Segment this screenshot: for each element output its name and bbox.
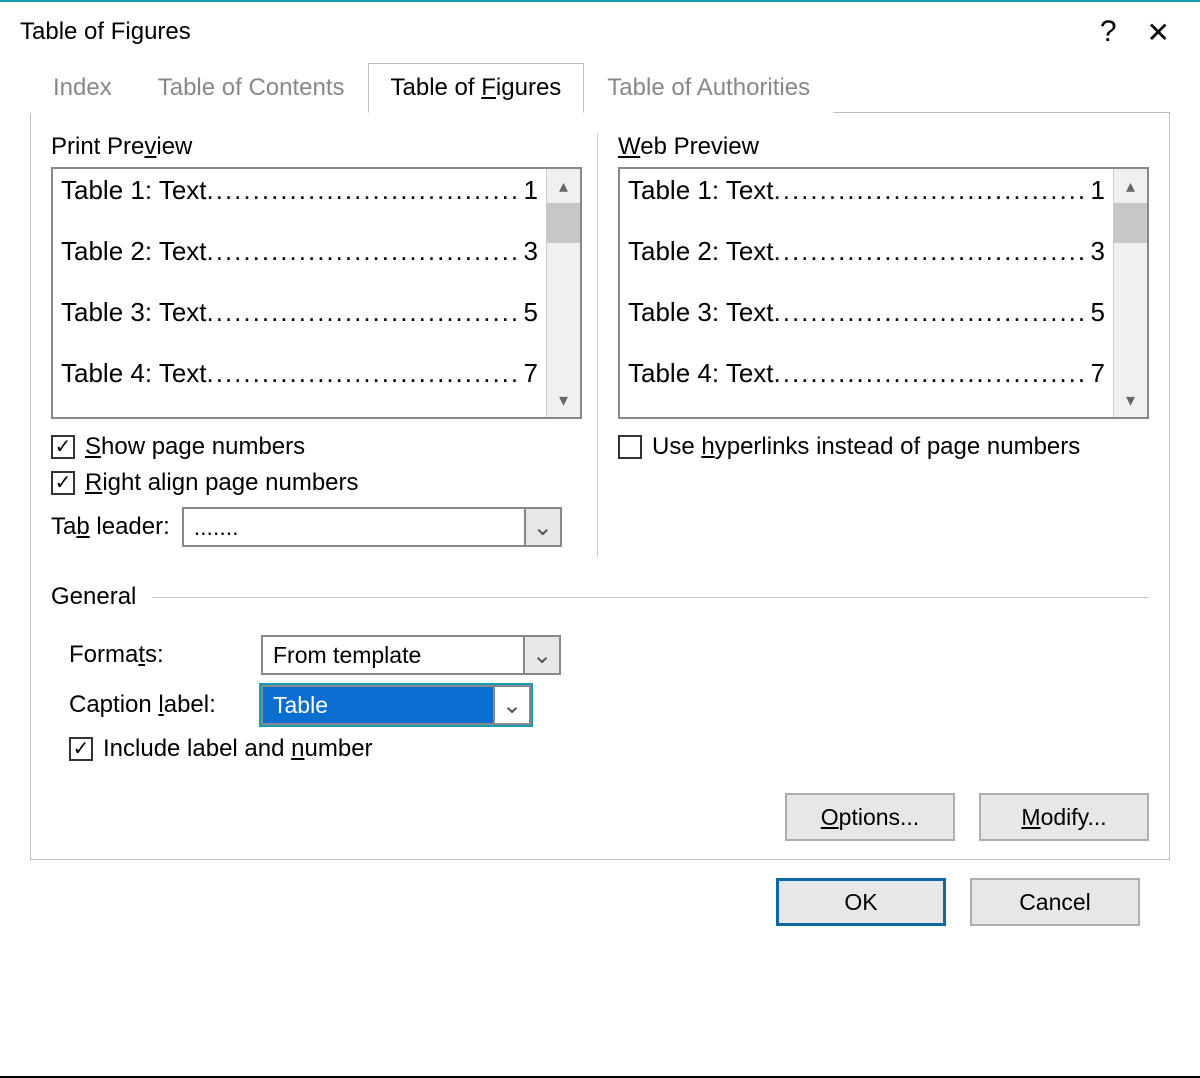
scroll-thumb[interactable]	[547, 203, 580, 243]
scrollbar[interactable]: ▴ ▾	[1113, 169, 1147, 417]
checkbox-icon	[51, 471, 75, 495]
checkbox-include-label[interactable]: Include label and number	[69, 735, 1149, 763]
checkbox-right-align[interactable]: Right align page numbers	[51, 469, 582, 497]
print-preview-box: Table 1: Text...........................…	[51, 167, 582, 419]
chevron-up-icon[interactable]: ▴	[547, 169, 580, 203]
caption-label-label: Caption label:	[69, 691, 249, 719]
scrollbar[interactable]: ▴ ▾	[546, 169, 580, 417]
tab-leader-dropdown[interactable]: ....... ⌄	[182, 507, 562, 547]
list-item: Table 1: Text...........................…	[61, 175, 538, 206]
help-icon[interactable]: ?	[1080, 15, 1137, 49]
checkbox-icon	[618, 435, 642, 459]
list-item: Table 2: Text...........................…	[628, 236, 1105, 267]
tab-index[interactable]: Index	[30, 63, 135, 113]
tab-table-of-authorities[interactable]: Table of Authorities	[584, 63, 833, 113]
list-item: Table 1: Text...........................…	[628, 175, 1105, 206]
checkbox-use-hyperlinks[interactable]: Use hyperlinks instead of page numbers	[618, 433, 1149, 461]
web-preview-box: Table 1: Text...........................…	[618, 167, 1149, 419]
list-item: Table 4: Text...........................…	[61, 358, 538, 389]
list-item: Table 4: Text...........................…	[628, 358, 1105, 389]
formats-dropdown[interactable]: From template ⌄	[261, 635, 561, 675]
checkbox-icon	[69, 737, 93, 761]
chevron-down-icon[interactable]: ▾	[547, 383, 580, 417]
chevron-down-icon: ⌄	[493, 687, 529, 723]
chevron-down-icon: ⌄	[523, 637, 559, 673]
general-section-header: General	[51, 583, 1149, 611]
tab-strip: Index Table of Contents Table of Figures…	[30, 62, 1170, 113]
cancel-button[interactable]: Cancel	[970, 878, 1140, 926]
tab-table-of-figures[interactable]: Table of Figures	[368, 63, 585, 113]
tab-leader-label: Tab leader:	[51, 513, 170, 541]
ok-button[interactable]: OK	[776, 878, 946, 926]
print-preview-label: Print Preview	[51, 133, 582, 161]
checkbox-show-page-numbers[interactable]: Show page numbers	[51, 433, 582, 461]
close-icon[interactable]: ✕	[1137, 16, 1180, 49]
caption-label-dropdown[interactable]: Table ⌄	[261, 685, 531, 725]
list-item: Table 3: Text...........................…	[61, 297, 538, 328]
scroll-thumb[interactable]	[1114, 203, 1147, 243]
checkbox-icon	[51, 435, 75, 459]
chevron-up-icon[interactable]: ▴	[1114, 169, 1147, 203]
title-bar: Table of Figures ? ✕	[0, 2, 1200, 62]
web-preview-label: Web Preview	[618, 133, 1149, 161]
modify-button[interactable]: Modify...	[979, 793, 1149, 841]
chevron-down-icon[interactable]: ▾	[1114, 383, 1147, 417]
formats-label: Formats:	[69, 641, 249, 669]
chevron-down-icon: ⌄	[524, 509, 560, 545]
list-item: Table 3: Text...........................…	[628, 297, 1105, 328]
list-item: Table 2: Text...........................…	[61, 236, 538, 267]
tab-table-of-contents[interactable]: Table of Contents	[135, 63, 368, 113]
dialog-title: Table of Figures	[20, 18, 191, 46]
options-button[interactable]: Options...	[785, 793, 955, 841]
